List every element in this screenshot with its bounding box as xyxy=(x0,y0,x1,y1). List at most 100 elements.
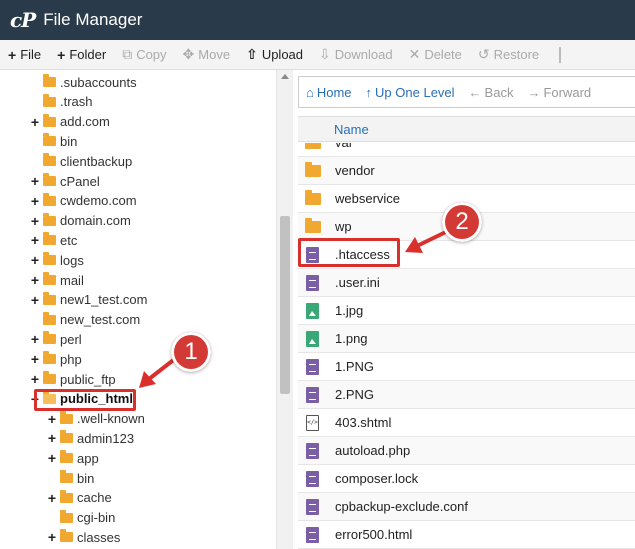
toolbar-download-button[interactable]: ⇩ Download xyxy=(311,40,401,69)
expand-icon[interactable]: + xyxy=(29,173,41,189)
expand-icon[interactable]: + xyxy=(46,411,58,427)
file-row[interactable]: composer.lock xyxy=(298,465,635,493)
folder-icon xyxy=(43,133,56,147)
tree-item-clientbackup[interactable]: clientbackup xyxy=(29,151,132,171)
expand-icon[interactable]: + xyxy=(29,213,41,229)
delete-icon: ✕ xyxy=(408,46,421,62)
forward-icon: → xyxy=(527,84,541,100)
file-row[interactable]: 2.PNG xyxy=(298,381,635,409)
expand-icon[interactable]: + xyxy=(29,272,41,288)
file-row[interactable]: 1.jpg xyxy=(298,297,635,325)
file-name: 1.PNG xyxy=(335,359,375,374)
nav-up-one-level-button[interactable]: ↑ Up One Level xyxy=(359,85,462,100)
tree-item-label: php xyxy=(60,351,82,367)
tree-item-etc[interactable]: + etc xyxy=(29,230,77,250)
file-name: vendor xyxy=(335,163,375,178)
tree-item-label: cPanel xyxy=(60,173,100,189)
expand-icon[interactable]: + xyxy=(29,193,41,209)
expand-icon[interactable]: + xyxy=(29,331,41,347)
toolbar-delete-button[interactable]: ✕ Delete xyxy=(401,40,470,69)
scroll-up-arrow-icon[interactable] xyxy=(281,74,289,79)
tree-scrollbar[interactable] xyxy=(276,70,293,549)
expand-icon[interactable]: + xyxy=(46,430,58,446)
toolbar-button-label: Upload xyxy=(261,47,304,62)
upload-icon: ⇧ xyxy=(246,46,258,62)
tree-item-add-com[interactable]: + add.com xyxy=(29,112,110,132)
toolbar-move-button[interactable]: ✥ Move xyxy=(175,40,239,69)
tree-item-trash[interactable]: .trash xyxy=(29,92,93,112)
document-icon xyxy=(306,526,319,543)
file-row[interactable]: vendor xyxy=(298,157,635,185)
file-row[interactable]: autoload.php xyxy=(298,437,635,465)
toolbar-button-label: Copy xyxy=(136,47,167,62)
toolbar-button-label: Restore xyxy=(493,47,540,62)
document-icon xyxy=(306,498,319,515)
tree-item-classes[interactable]: + classes xyxy=(46,527,120,547)
file-row[interactable]: error500.html xyxy=(298,521,635,549)
file-row[interactable]: 1.PNG xyxy=(298,353,635,381)
name-column-header[interactable]: Name xyxy=(334,122,369,137)
tree-item-mail[interactable]: + mail xyxy=(29,270,84,290)
expand-icon[interactable]: + xyxy=(46,450,58,466)
tree-item-cgi-bin[interactable]: cgi-bin xyxy=(46,508,115,528)
toolbar-folder-button[interactable]: + Folder xyxy=(49,40,114,69)
tree-item-perl[interactable]: + perl xyxy=(29,329,82,349)
folder-icon xyxy=(60,410,73,424)
tree-item-php[interactable]: + php xyxy=(29,349,82,369)
expand-icon[interactable]: + xyxy=(29,371,41,387)
folder-icon xyxy=(43,113,56,127)
document-icon xyxy=(306,470,319,487)
toolbar-restore-button[interactable]: ↺ Restore xyxy=(470,40,547,69)
document-icon xyxy=(306,358,319,375)
tree-item-well-known[interactable]: + .well-known xyxy=(46,409,145,429)
tree-item-new1-test-com[interactable]: + new1_test.com xyxy=(29,290,147,310)
file-row[interactable]: cpbackup-exclude.conf xyxy=(298,493,635,521)
document-icon xyxy=(306,386,319,403)
tree-item-logs[interactable]: + logs xyxy=(29,250,84,270)
cpanel-logo: cP xyxy=(10,8,36,32)
folder-icon xyxy=(60,430,73,444)
expand-icon[interactable]: + xyxy=(29,292,41,308)
tree-item-public-ftp[interactable]: + public_ftp xyxy=(29,369,116,389)
toolbar-file-button[interactable]: + File xyxy=(0,40,49,69)
folder-icon xyxy=(43,351,56,365)
folder-icon xyxy=(60,509,73,523)
file-row[interactable]: .user.ini xyxy=(298,269,635,297)
nav-back-button[interactable]: ← Back xyxy=(462,85,521,100)
document-icon xyxy=(306,274,319,291)
nav-forward-button[interactable]: → Forward xyxy=(520,85,598,100)
toolbar-copy-button[interactable]: ⧉ Copy xyxy=(114,40,174,69)
toolbar-upload-button[interactable]: ⇧ Upload xyxy=(238,40,311,69)
tree-item-bin[interactable]: bin xyxy=(29,131,77,151)
expand-icon[interactable]: + xyxy=(46,490,58,506)
nav-home-button[interactable]: ⌂ Home xyxy=(299,85,359,100)
document-icon xyxy=(306,442,319,459)
tree-item-domain-com[interactable]: + domain.com xyxy=(29,211,131,231)
tree-item-label: bin xyxy=(77,470,95,486)
file-row[interactable]: var xyxy=(298,143,635,157)
tree-item-cpanel[interactable]: + cPanel xyxy=(29,171,100,191)
tree-item-bin[interactable]: bin xyxy=(46,468,94,488)
expand-icon[interactable]: + xyxy=(29,232,41,248)
tree-item-new-test-com[interactable]: new_test.com xyxy=(29,310,140,330)
highlight-box-public-html xyxy=(34,389,136,411)
step-badge-1: 1 xyxy=(171,332,211,372)
tree-item-cwdemo-com[interactable]: + cwdemo.com xyxy=(29,191,137,211)
expand-icon[interactable]: + xyxy=(29,252,41,268)
tree-item-subaccounts[interactable]: .subaccounts xyxy=(29,72,137,92)
tree-item-admin123[interactable]: + admin123 xyxy=(46,428,134,448)
folder-tree: .subaccounts .trash + add.com bin clientbacku… xyxy=(0,70,276,549)
nav-button-label: Forward xyxy=(543,84,592,100)
folder-icon xyxy=(43,232,56,246)
expand-icon[interactable]: + xyxy=(46,529,58,545)
file-name: 403.shtml xyxy=(335,415,392,430)
tree-item-app[interactable]: + app xyxy=(46,448,99,468)
scrollbar-thumb[interactable] xyxy=(280,216,290,394)
expand-icon[interactable]: + xyxy=(29,351,41,367)
expand-icon[interactable]: + xyxy=(29,114,41,130)
file-row[interactable]: 1.png xyxy=(298,325,635,353)
move-icon: ✥ xyxy=(182,46,195,62)
tree-item-cache[interactable]: + cache xyxy=(46,488,112,508)
file-row[interactable]: </> 403.shtml xyxy=(298,409,635,437)
tree-item-label: domain.com xyxy=(60,213,131,229)
